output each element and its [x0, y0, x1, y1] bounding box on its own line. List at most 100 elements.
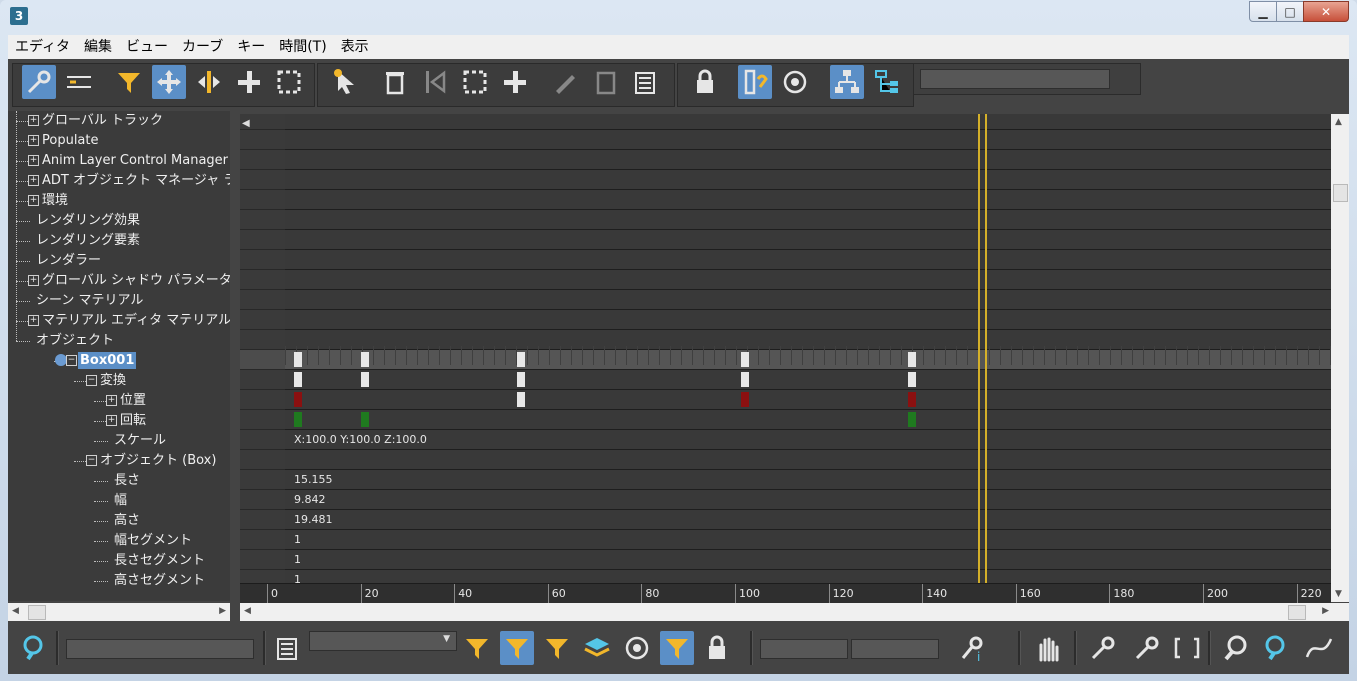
tree-item[interactable]: スケール — [8, 431, 230, 451]
expand-icon[interactable]: + — [28, 135, 39, 146]
track-view-icon[interactable] — [870, 65, 904, 99]
expand-icon[interactable]: + — [28, 155, 39, 166]
move-keys-icon[interactable] — [152, 65, 186, 99]
find-track-field[interactable] — [66, 639, 254, 659]
time-ruler[interactable]: 0 20 40 60 80 100 120 140 160 180 200 220 — [240, 583, 1331, 603]
vertical-scrollbar[interactable]: ▲ ▼ — [1331, 114, 1349, 602]
close-button[interactable]: ✕ — [1303, 1, 1349, 22]
track-row[interactable] — [240, 410, 1331, 430]
collapse-icon[interactable]: − — [86, 375, 97, 386]
track-row[interactable] — [240, 210, 1331, 230]
tree-item[interactable]: 幅 — [8, 491, 230, 511]
collapse-icon[interactable]: − — [66, 355, 77, 366]
filter-unlocked-icon[interactable] — [700, 631, 734, 665]
tree-item[interactable]: + 位置 — [8, 391, 230, 411]
animation-key[interactable] — [361, 352, 369, 367]
scale-time-icon[interactable] — [458, 65, 492, 99]
tree-item[interactable]: + グローバル トラック — [8, 111, 230, 131]
scroll-up-icon[interactable]: ▲ — [1335, 117, 1342, 127]
scroll-left-icon[interactable]: ◀ — [242, 118, 250, 129]
animation-key[interactable] — [908, 372, 916, 387]
menu-editor[interactable]: エディタ — [8, 35, 77, 59]
track-row[interactable] — [240, 330, 1331, 350]
menu-view[interactable]: ビュー — [119, 35, 175, 59]
tree-item[interactable]: 長さ — [8, 471, 230, 491]
value-field[interactable] — [851, 639, 939, 659]
tree-item[interactable]: 高さ — [8, 511, 230, 531]
tree-item[interactable]: レンダラー — [8, 251, 230, 271]
edit-ranges-icon[interactable] — [548, 65, 582, 99]
animation-key[interactable] — [908, 352, 916, 367]
expand-icon[interactable]: + — [28, 175, 39, 186]
selection-set-dropdown[interactable]: ▼ — [309, 631, 457, 651]
tree-item[interactable]: レンダリング効果 — [8, 211, 230, 231]
hierarchy-mode-icon[interactable] — [830, 65, 864, 99]
tree-scroll-left-icon[interactable]: ◀ — [12, 606, 19, 616]
track-row[interactable] — [240, 470, 1331, 490]
track-row[interactable] — [240, 114, 1331, 130]
track-row[interactable] — [240, 290, 1331, 310]
filter-visible-icon[interactable] — [620, 631, 654, 665]
track-row[interactable] — [240, 570, 1331, 584]
menu-keys[interactable]: キー — [230, 35, 272, 59]
isolate-curve-icon[interactable] — [1302, 631, 1336, 665]
slide-keys-icon[interactable] — [192, 65, 226, 99]
tree-item[interactable]: + マテリアル エディタ マテリアル — [8, 311, 230, 331]
scale-keys-icon[interactable] — [272, 65, 306, 99]
menu-edit[interactable]: 編集 — [77, 35, 119, 59]
pan-icon[interactable] — [1030, 631, 1064, 665]
animation-key[interactable] — [908, 412, 916, 427]
edit-track-icon[interactable] — [270, 631, 304, 665]
tree-scroll-thumb[interactable] — [28, 605, 46, 620]
tree-item[interactable]: + グローバル シャドウ パラメータ — [8, 271, 230, 291]
animation-key[interactable] — [741, 392, 749, 407]
track-row[interactable] — [240, 350, 1331, 370]
graph-scroll-thumb[interactable] — [1288, 605, 1306, 620]
reverse-time-icon[interactable] — [418, 65, 452, 99]
frame-field[interactable] — [760, 639, 848, 659]
menu-curves[interactable]: カーブ — [175, 35, 230, 59]
graph-scroll-left-icon[interactable]: ◀ — [244, 606, 251, 616]
dope-sheet-graph[interactable]: X:100.0 Y:100.0 Z:100.0 15.155 9.842 19.481… — [240, 114, 1331, 584]
tree-item[interactable]: + 環境 — [8, 191, 230, 211]
vertical-scroll-thumb[interactable] — [1333, 184, 1348, 202]
curve-range-icon[interactable] — [62, 65, 96, 99]
tree-item[interactable]: + Populate — [8, 131, 230, 151]
filter-animated-icon[interactable] — [540, 631, 574, 665]
recreate-ranges-icon[interactable] — [628, 65, 662, 99]
graph-horizontal-scrollbar[interactable]: ◀ ▶ — [240, 603, 1349, 621]
bracket-icon[interactable] — [1170, 631, 1204, 665]
key-info-icon[interactable]: i — [956, 631, 990, 665]
tree-item[interactable]: + Anim Layer Control Manager — [8, 151, 230, 171]
frame-horizontal-icon[interactable] — [1086, 631, 1120, 665]
tree-item[interactable]: オブジェクト — [8, 331, 230, 351]
zoom-selected-icon[interactable] — [18, 631, 52, 665]
scroll-down-icon[interactable]: ▼ — [1335, 589, 1342, 599]
track-row[interactable] — [240, 490, 1331, 510]
animation-key[interactable] — [361, 372, 369, 387]
animation-key[interactable] — [517, 392, 525, 407]
select-time-icon[interactable] — [328, 65, 362, 99]
menu-display[interactable]: 表示 — [334, 35, 376, 59]
filter-icon[interactable] — [112, 65, 146, 99]
time-slider-bar-left[interactable] — [978, 114, 980, 584]
track-name-field[interactable] — [920, 69, 1110, 89]
zoom-region-icon[interactable] — [1260, 631, 1294, 665]
track-row[interactable] — [240, 250, 1331, 270]
expand-icon[interactable]: + — [106, 395, 117, 406]
filter-keyable-icon[interactable] — [660, 631, 694, 665]
tree-item[interactable]: + 回転 — [8, 411, 230, 431]
tree-item[interactable]: シーン マテリアル — [8, 291, 230, 311]
animation-key[interactable] — [741, 372, 749, 387]
tree-horizontal-scrollbar[interactable]: ◀ ▶ — [8, 603, 230, 621]
track-row[interactable] — [240, 170, 1331, 190]
maximize-button[interactable]: □ — [1276, 1, 1304, 22]
track-row[interactable] — [240, 130, 1331, 150]
frame-values-icon[interactable] — [1130, 631, 1164, 665]
expand-icon[interactable]: + — [28, 275, 39, 286]
insert-time-icon[interactable] — [498, 65, 532, 99]
track-row[interactable] — [240, 370, 1331, 390]
tree-item[interactable]: − 変換 — [8, 371, 230, 391]
track-row[interactable] — [240, 530, 1331, 550]
tree-item[interactable]: レンダリング要素 — [8, 231, 230, 251]
